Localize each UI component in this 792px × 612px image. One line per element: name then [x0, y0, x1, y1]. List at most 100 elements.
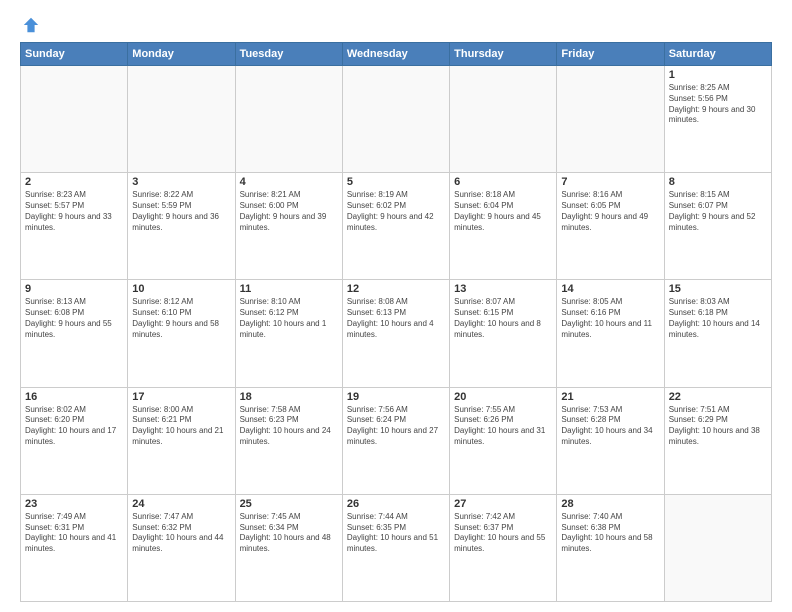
calendar-table: SundayMondayTuesdayWednesdayThursdayFrid…: [20, 42, 772, 602]
day-info: Sunrise: 8:13 AM Sunset: 6:08 PM Dayligh…: [25, 297, 123, 340]
day-info: Sunrise: 7:44 AM Sunset: 6:35 PM Dayligh…: [347, 512, 445, 555]
header: [20, 16, 772, 34]
calendar-cell: 14 Sunrise: 8:05 AM Sunset: 6:16 PM Dayli…: [557, 280, 664, 387]
day-number: 14: [561, 283, 659, 295]
logo-icon: [22, 16, 40, 34]
calendar-cell: 8 Sunrise: 8:15 AM Sunset: 6:07 PM Daylig…: [664, 173, 771, 280]
calendar-day-header: Tuesday: [235, 43, 342, 66]
page: SundayMondayTuesdayWednesdayThursdayFrid…: [0, 0, 792, 612]
day-number: 8: [669, 176, 767, 188]
day-number: 22: [669, 391, 767, 403]
calendar-cell: 11Sunrise: 8:10 AM Sunset: 6:12 PM Dayli…: [235, 280, 342, 387]
day-number: 7: [561, 176, 659, 188]
calendar-week-row: 1 Sunrise: 8:25 AM Sunset: 5:56 PM Daylig…: [21, 66, 772, 173]
day-info: Sunrise: 8:23 AM Sunset: 5:57 PM Dayligh…: [25, 190, 123, 233]
day-number: 19: [347, 391, 445, 403]
day-number: 27: [454, 498, 552, 510]
day-number: 9: [25, 283, 123, 295]
day-info: Sunrise: 7:40 AM Sunset: 6:38 PM Dayligh…: [561, 512, 659, 555]
day-info: Sunrise: 8:00 AM Sunset: 6:21 PM Dayligh…: [132, 405, 230, 448]
day-number: 24: [132, 498, 230, 510]
day-info: Sunrise: 7:42 AM Sunset: 6:37 PM Dayligh…: [454, 512, 552, 555]
calendar-cell: 21Sunrise: 7:53 AM Sunset: 6:28 PM Dayli…: [557, 387, 664, 494]
calendar-cell: 18Sunrise: 7:58 AM Sunset: 6:23 PM Dayli…: [235, 387, 342, 494]
calendar-cell: [235, 66, 342, 173]
day-number: 21: [561, 391, 659, 403]
calendar-day-header: Friday: [557, 43, 664, 66]
day-number: 4: [240, 176, 338, 188]
calendar-cell: 3Sunrise: 8:22 AM Sunset: 5:59 PM Daylig…: [128, 173, 235, 280]
calendar-cell: [128, 66, 235, 173]
day-number: 1: [669, 69, 767, 81]
calendar-cell: [450, 66, 557, 173]
day-number: 17: [132, 391, 230, 403]
calendar-cell: 4 Sunrise: 8:21 AM Sunset: 6:00 PM Daylig…: [235, 173, 342, 280]
day-number: 5: [347, 176, 445, 188]
day-info: Sunrise: 8:21 AM Sunset: 6:00 PM Dayligh…: [240, 190, 338, 233]
calendar-week-row: 9 Sunrise: 8:13 AM Sunset: 6:08 PM Daylig…: [21, 280, 772, 387]
calendar-cell: [21, 66, 128, 173]
day-info: Sunrise: 7:55 AM Sunset: 6:26 PM Dayligh…: [454, 405, 552, 448]
day-number: 18: [240, 391, 338, 403]
calendar-cell: 1 Sunrise: 8:25 AM Sunset: 5:56 PM Daylig…: [664, 66, 771, 173]
calendar-day-header: Wednesday: [342, 43, 449, 66]
day-info: Sunrise: 8:15 AM Sunset: 6:07 PM Dayligh…: [669, 190, 767, 233]
day-info: Sunrise: 8:22 AM Sunset: 5:59 PM Dayligh…: [132, 190, 230, 233]
calendar-cell: 19 Sunrise: 7:56 AM Sunset: 6:24 PM Dayli…: [342, 387, 449, 494]
calendar-cell: 12Sunrise: 8:08 AM Sunset: 6:13 PM Dayli…: [342, 280, 449, 387]
calendar-cell: 15Sunrise: 8:03 AM Sunset: 6:18 PM Dayli…: [664, 280, 771, 387]
calendar-cell: 23 Sunrise: 7:49 AM Sunset: 6:31 PM Dayli…: [21, 494, 128, 601]
calendar-cell: 27 Sunrise: 7:42 AM Sunset: 6:37 PM Dayli…: [450, 494, 557, 601]
day-number: 10: [132, 283, 230, 295]
day-info: Sunrise: 7:49 AM Sunset: 6:31 PM Dayligh…: [25, 512, 123, 555]
calendar-day-header: Thursday: [450, 43, 557, 66]
day-info: Sunrise: 8:19 AM Sunset: 6:02 PM Dayligh…: [347, 190, 445, 233]
calendar-cell: 16 Sunrise: 8:02 AM Sunset: 6:20 PM Dayli…: [21, 387, 128, 494]
calendar-cell: 5 Sunrise: 8:19 AM Sunset: 6:02 PM Daylig…: [342, 173, 449, 280]
day-info: Sunrise: 8:08 AM Sunset: 6:13 PM Dayligh…: [347, 297, 445, 340]
calendar-day-header: Sunday: [21, 43, 128, 66]
logo: [20, 16, 40, 34]
day-info: Sunrise: 8:18 AM Sunset: 6:04 PM Dayligh…: [454, 190, 552, 233]
calendar-cell: 20 Sunrise: 7:55 AM Sunset: 6:26 PM Dayli…: [450, 387, 557, 494]
day-info: Sunrise: 8:02 AM Sunset: 6:20 PM Dayligh…: [25, 405, 123, 448]
day-number: 6: [454, 176, 552, 188]
day-number: 23: [25, 498, 123, 510]
day-number: 28: [561, 498, 659, 510]
day-number: 2: [25, 176, 123, 188]
day-info: Sunrise: 8:25 AM Sunset: 5:56 PM Dayligh…: [669, 83, 767, 126]
calendar-cell: 2 Sunrise: 8:23 AM Sunset: 5:57 PM Daylig…: [21, 173, 128, 280]
day-number: 20: [454, 391, 552, 403]
calendar-cell: 7 Sunrise: 8:16 AM Sunset: 6:05 PM Daylig…: [557, 173, 664, 280]
day-number: 25: [240, 498, 338, 510]
calendar-week-row: 2 Sunrise: 8:23 AM Sunset: 5:57 PM Daylig…: [21, 173, 772, 280]
day-info: Sunrise: 8:12 AM Sunset: 6:10 PM Dayligh…: [132, 297, 230, 340]
calendar-cell: 10 Sunrise: 8:12 AM Sunset: 6:10 PM Dayli…: [128, 280, 235, 387]
calendar-cell: 17 Sunrise: 8:00 AM Sunset: 6:21 PM Dayli…: [128, 387, 235, 494]
day-number: 13: [454, 283, 552, 295]
day-number: 26: [347, 498, 445, 510]
day-info: Sunrise: 7:56 AM Sunset: 6:24 PM Dayligh…: [347, 405, 445, 448]
day-number: 11: [240, 283, 338, 295]
day-info: Sunrise: 8:16 AM Sunset: 6:05 PM Dayligh…: [561, 190, 659, 233]
calendar-cell: 28 Sunrise: 7:40 AM Sunset: 6:38 PM Dayli…: [557, 494, 664, 601]
calendar-cell: 26 Sunrise: 7:44 AM Sunset: 6:35 PM Dayli…: [342, 494, 449, 601]
calendar-cell: [557, 66, 664, 173]
calendar-cell: [342, 66, 449, 173]
calendar-cell: 6 Sunrise: 8:18 AM Sunset: 6:04 PM Daylig…: [450, 173, 557, 280]
calendar-cell: 22 Sunrise: 7:51 AM Sunset: 6:29 PM Dayli…: [664, 387, 771, 494]
day-info: Sunrise: 8:05 AM Sunset: 6:16 PM Dayligh…: [561, 297, 659, 340]
day-info: Sunrise: 7:47 AM Sunset: 6:32 PM Dayligh…: [132, 512, 230, 555]
calendar-day-header: Monday: [128, 43, 235, 66]
calendar-day-header: Saturday: [664, 43, 771, 66]
day-info: Sunrise: 8:07 AM Sunset: 6:15 PM Dayligh…: [454, 297, 552, 340]
calendar-cell: 13 Sunrise: 8:07 AM Sunset: 6:15 PM Dayli…: [450, 280, 557, 387]
calendar-week-row: 23 Sunrise: 7:49 AM Sunset: 6:31 PM Dayli…: [21, 494, 772, 601]
calendar-cell: [664, 494, 771, 601]
day-number: 16: [25, 391, 123, 403]
day-info: Sunrise: 7:51 AM Sunset: 6:29 PM Dayligh…: [669, 405, 767, 448]
day-info: Sunrise: 7:45 AM Sunset: 6:34 PM Dayligh…: [240, 512, 338, 555]
calendar-header-row: SundayMondayTuesdayWednesdayThursdayFrid…: [21, 43, 772, 66]
calendar-week-row: 16 Sunrise: 8:02 AM Sunset: 6:20 PM Dayli…: [21, 387, 772, 494]
day-number: 15: [669, 283, 767, 295]
